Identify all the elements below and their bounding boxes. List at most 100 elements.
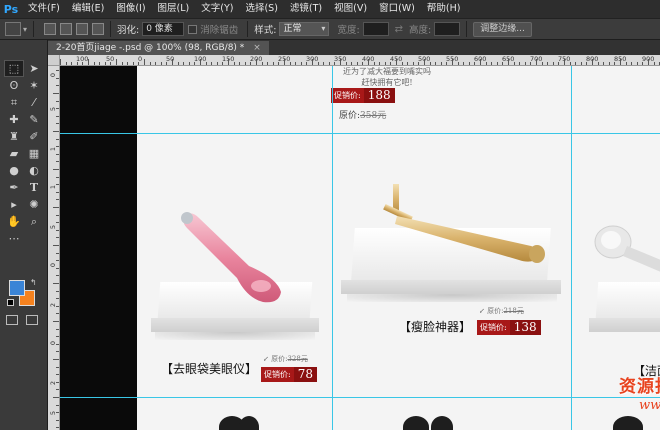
ruler-origin[interactable] (48, 55, 60, 66)
ruler-tick (53, 207, 59, 208)
ruler-tick (491, 62, 493, 65)
ruler-tick (222, 62, 224, 65)
ruler-tick (56, 343, 59, 345)
description-line: 赶快拥有它吧! (361, 78, 413, 87)
gradient-tool-icon[interactable]: ▦ (24, 145, 44, 162)
add-selection-icon[interactable] (60, 23, 73, 35)
lasso-tool-icon[interactable]: ʘ (4, 77, 24, 94)
ruler-tick (155, 62, 157, 65)
style-select[interactable]: 正常 (279, 22, 330, 36)
dodge-tool-icon[interactable]: ◐ (24, 162, 44, 179)
zoom-tool-icon[interactable]: ⌕ (24, 213, 44, 230)
eraser-tool-icon[interactable]: ▰ (4, 145, 24, 162)
ruler-tick (56, 153, 59, 155)
document-tab-bar: 2-20首页jiage -.psd @ 100% (98, RGB/8) * × (48, 40, 660, 55)
ruler-label: 1 (49, 147, 57, 152)
ruler-tick (446, 62, 448, 65)
ruler-tick (53, 131, 59, 132)
menu-select[interactable]: 选择(S) (239, 0, 283, 18)
ruler-tick (317, 62, 319, 65)
promo-label: 促销价: (331, 88, 364, 103)
menu-filter[interactable]: 滤镜(T) (284, 0, 328, 18)
shape-tool-icon[interactable]: ✺ (24, 196, 44, 213)
document-tab[interactable]: 2-20首页jiage -.psd @ 100% (98, RGB/8) * × (48, 41, 269, 55)
marquee-preset-icon[interactable] (5, 22, 21, 36)
subtract-selection-icon[interactable] (76, 23, 89, 35)
guide-line[interactable] (571, 66, 572, 430)
crop-tool-icon[interactable]: ⌗ (4, 94, 24, 111)
ruler-tick (177, 62, 179, 65)
ruler-tick (289, 62, 291, 65)
menu-view[interactable]: 视图(V) (328, 0, 373, 18)
original-price-value: 328元 (287, 355, 308, 363)
refine-edge-button[interactable]: 调整边缘... (473, 21, 532, 37)
ruler-tick (524, 62, 526, 65)
ruler-tick (127, 62, 129, 65)
default-colors-icon[interactable] (7, 299, 14, 306)
swap-icon[interactable]: ⇄ (395, 24, 403, 35)
menu-edit[interactable]: 编辑(E) (66, 0, 110, 18)
feather-input[interactable]: 0 像素 (142, 22, 185, 36)
magic-wand-tool-icon[interactable]: ✶ (24, 77, 44, 94)
brush-tool-icon[interactable]: ✎ (24, 111, 44, 128)
ruler-tick (519, 62, 521, 65)
watermark-url: www.6pf.cn (639, 398, 660, 413)
ruler-tick (56, 260, 59, 262)
menu-file[interactable]: 文件(F) (22, 0, 66, 18)
guide-line[interactable] (60, 133, 660, 134)
hand-tool-icon[interactable]: ✋ (4, 213, 24, 230)
menu-help[interactable]: 帮助(H) (421, 0, 467, 18)
screen-mode-icon[interactable] (26, 315, 38, 325)
menu-layer[interactable]: 图层(L) (152, 0, 196, 18)
ruler-tick (401, 62, 403, 65)
ruler-tick (65, 62, 67, 65)
new-selection-icon[interactable] (44, 23, 57, 35)
antialias-checkbox[interactable] (188, 24, 198, 34)
width-label: 宽度: (337, 25, 360, 36)
guide-line[interactable] (60, 397, 660, 398)
history-brush-tool-icon[interactable]: ✐ (24, 128, 44, 145)
clone-stamp-tool-icon[interactable]: ♜ (4, 128, 24, 145)
blur-tool-icon[interactable]: ● (4, 162, 24, 179)
more-tools-icon[interactable]: ⋯ (4, 230, 24, 247)
marquee-tool-icon[interactable]: ⬚ (4, 60, 24, 77)
menu-type[interactable]: 文字(Y) (195, 0, 239, 18)
move-tool-icon[interactable]: ➤ (24, 60, 44, 77)
path-selection-tool-icon[interactable]: ▸ (4, 196, 24, 213)
vertical-ruler[interactable]: 0 5 1 1 5 0 2 0 2 5 (48, 55, 60, 430)
ruler-tick (56, 108, 59, 110)
type-tool-icon[interactable]: T (24, 179, 44, 196)
canvas-area[interactable]: 近为了减大福要到嘴实吗 赶快拥有它吧! 促销价: 188 原价:358元 【去眼… (60, 66, 660, 430)
color-swatches: ↰ (4, 278, 44, 310)
eyedropper-tool-icon[interactable]: ⁄ (24, 94, 44, 111)
menu-image[interactable]: 图像(I) (110, 0, 151, 18)
chevron-down-icon[interactable]: ▾ (23, 25, 27, 34)
healing-brush-tool-icon[interactable]: ✚ (4, 111, 24, 128)
width-input[interactable] (362, 22, 389, 36)
ruler-tick (390, 62, 392, 65)
ruler-tick (56, 237, 59, 239)
ruler-tick (53, 245, 59, 246)
ruler-tick (379, 62, 381, 65)
quick-mask-icon[interactable] (6, 315, 18, 325)
ruler-tick (592, 59, 593, 65)
guide-line[interactable] (332, 66, 333, 430)
height-input[interactable] (434, 22, 461, 36)
ruler-tick (56, 290, 59, 292)
menu-window[interactable]: 窗口(W) (373, 0, 421, 18)
ruler-tick (56, 381, 59, 383)
swap-colors-icon[interactable]: ↰ (30, 278, 37, 287)
pedestal (151, 318, 319, 332)
document-canvas[interactable]: 近为了减大福要到嘴实吗 赶快拥有它吧! 促销价: 188 原价:358元 【去眼… (137, 66, 660, 430)
promo-value: 78 (297, 367, 313, 381)
ruler-tick (284, 59, 285, 65)
pen-tool-icon[interactable]: ✒ (4, 179, 24, 196)
foreground-color-swatch[interactable] (9, 280, 25, 296)
promo-label: 促销价: (261, 367, 294, 382)
promo-price-tag: 促销价: 188 (331, 88, 395, 103)
close-icon[interactable]: × (253, 43, 261, 53)
intersect-selection-icon[interactable] (92, 23, 105, 35)
horizontal-ruler[interactable]: 100 50 0 50 100 150 200 250 300 350 400 … (60, 55, 660, 66)
ruler-tick (267, 62, 269, 65)
ruler-tick (56, 229, 59, 231)
